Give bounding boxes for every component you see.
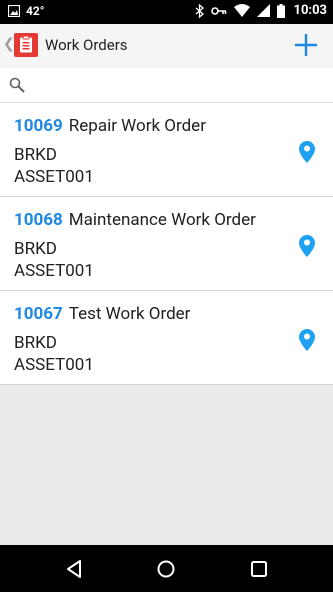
action-bar: ❮ Work Orders [0,24,333,68]
work-order-type: BRKD [14,239,57,259]
work-order-title: Repair Work Order [68,116,206,136]
status-bar-right: 10:03 [195,3,328,18]
back-triangle-icon[interactable] [63,558,85,580]
clipboard-app-icon[interactable] [14,33,38,57]
work-order-id: 10069 [14,116,63,136]
signal-icon [256,4,270,17]
work-order-title: Test Work Order [68,304,191,324]
page-title: Work Orders [45,36,128,54]
work-order-heading: 10067 Test Work Order [14,304,190,324]
clock-text: 10:03 [293,3,328,18]
work-order-id: 10067 [14,304,63,324]
back-chevron-icon[interactable]: ❮ [3,36,15,52]
map-pin-icon[interactable] [299,141,315,163]
work-order-asset: ASSET001 [14,167,94,187]
battery-icon [276,3,285,18]
bluetooth-icon [195,3,204,18]
search-input[interactable] [30,73,324,99]
work-order-row[interactable]: 10068 Maintenance Work Order BRKD ASSET00… [0,197,333,291]
temperature-text: 42° [26,4,45,18]
work-order-asset: ASSET001 [14,355,94,375]
work-order-type: BRKD [14,333,57,353]
status-bar: 42° 10:03 [0,0,333,24]
recents-square-icon[interactable] [248,558,270,580]
search-icon [9,77,25,93]
work-order-row[interactable]: 10067 Test Work Order BRKD ASSET001 [0,291,333,384]
work-order-asset: ASSET001 [14,261,94,281]
map-pin-icon[interactable] [299,329,315,351]
work-order-title: Maintenance Work Order [68,210,256,230]
work-order-heading: 10068 Maintenance Work Order [14,210,256,230]
work-order-id: 10068 [14,210,63,230]
work-order-type: BRKD [14,145,57,165]
search-bar [0,68,333,103]
navigation-bar [0,545,333,592]
work-order-heading: 10069 Repair Work Order [14,116,206,136]
work-order-row[interactable]: 10069 Repair Work Order BRKD ASSET001 [0,103,333,197]
key-icon [210,6,226,15]
image-notification-icon [8,5,20,17]
home-circle-icon[interactable] [155,558,177,580]
add-work-order-button[interactable] [293,32,319,58]
wifi-icon [233,4,250,17]
work-order-list: 10069 Repair Work Order BRKD ASSET001 100… [0,103,333,385]
map-pin-icon[interactable] [299,235,315,257]
status-bar-left: 42° [8,4,44,18]
